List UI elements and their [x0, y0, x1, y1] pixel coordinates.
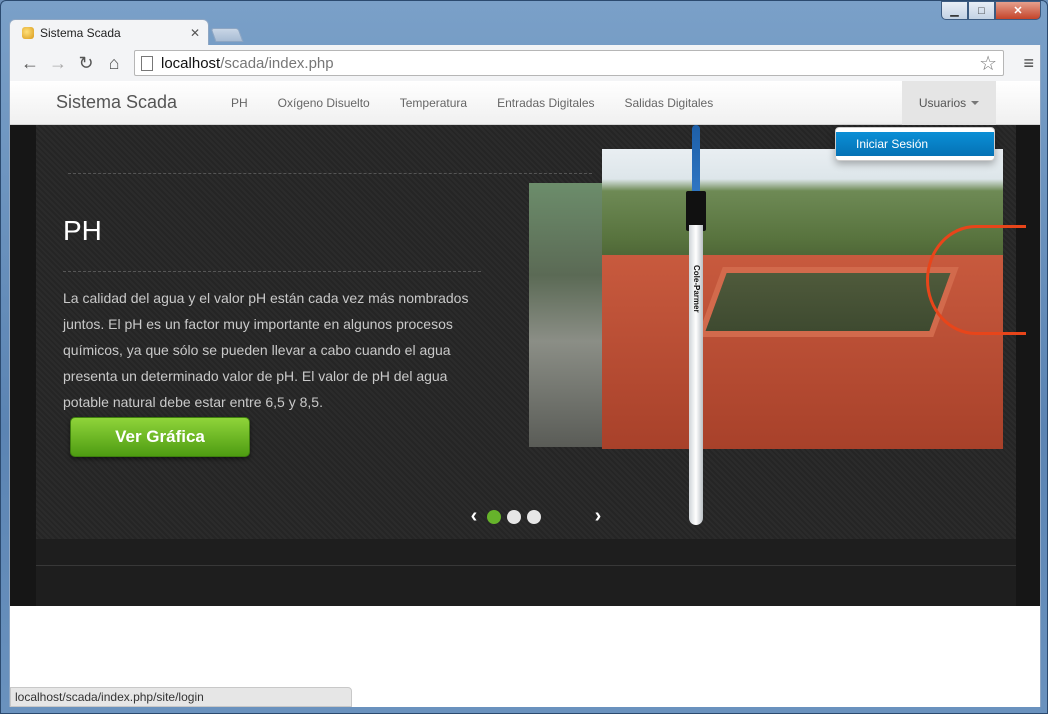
- browser-toolbar: ← → ↻ ⌂ localhost/scada/index.php ☆ ≡: [9, 45, 1041, 81]
- login-menu-item[interactable]: Iniciar Sesión: [836, 132, 994, 156]
- hero-slider: PH La calidad del agua y el valor pH est…: [10, 125, 1040, 606]
- tab-title: Sistema Scada: [40, 25, 121, 40]
- divider: [36, 565, 1016, 566]
- brand-link[interactable]: Sistema Scada: [56, 92, 206, 113]
- users-label: Usuarios: [918, 96, 967, 110]
- probe-brand-label: Cole-Parmer: [692, 265, 701, 313]
- tab-close-icon[interactable]: ✕: [190, 26, 200, 40]
- site-navbar: Sistema Scada PH Oxígeno Disuelto Temper…: [10, 81, 1040, 125]
- page-icon: [141, 55, 153, 71]
- browser-window: ▁ □ ✕ Sistema Scada ✕ ← → ↻ ⌂ localhost/…: [0, 0, 1048, 714]
- divider: [63, 271, 481, 272]
- browser-menu-icon[interactable]: ≡: [1023, 53, 1034, 74]
- slider-controls: ‹ ›: [464, 505, 608, 528]
- ph-probe-image: Cole-Parmer: [686, 125, 706, 529]
- hose-image: [926, 225, 1026, 335]
- slide-dot-3[interactable]: [527, 509, 541, 524]
- nav-links: PH Oxígeno Disuelto Temperatura Entradas…: [216, 96, 728, 110]
- slide-panel: PH La calidad del agua y el valor pH est…: [36, 125, 1026, 539]
- new-tab-button[interactable]: [210, 28, 244, 42]
- nav-link-ph[interactable]: PH: [216, 96, 263, 110]
- nav-link-oxigeno[interactable]: Oxígeno Disuelto: [263, 96, 385, 110]
- prev-slide-icon[interactable]: ‹: [464, 505, 484, 528]
- favicon-icon: [22, 26, 34, 39]
- nav-link-entradas[interactable]: Entradas Digitales: [482, 96, 609, 110]
- close-window-icon[interactable]: ✕: [995, 1, 1041, 20]
- view-graph-button[interactable]: Ver Gráfica: [70, 417, 250, 457]
- status-bar: localhost/scada/index.php/site/login: [10, 687, 352, 707]
- nav-link-temperatura[interactable]: Temperatura: [385, 96, 482, 110]
- maximize-icon[interactable]: □: [968, 1, 995, 20]
- slide-dot-2[interactable]: [507, 509, 521, 524]
- reload-icon[interactable]: ↻: [72, 49, 100, 77]
- home-icon[interactable]: ⌂: [100, 49, 128, 77]
- back-icon[interactable]: ←: [16, 49, 44, 77]
- bookmark-star-icon[interactable]: ☆: [979, 51, 997, 76]
- slide-description: La calidad del agua y el valor pH están …: [63, 290, 469, 410]
- next-slide-icon[interactable]: ›: [588, 505, 608, 528]
- secondary-photo: [529, 183, 609, 447]
- forward-icon[interactable]: →: [44, 49, 72, 77]
- browser-tab[interactable]: Sistema Scada ✕: [9, 19, 209, 45]
- slide-dot-1[interactable]: [487, 509, 501, 524]
- url-text[interactable]: localhost/scada/index.php: [161, 55, 979, 72]
- page-viewport: Sistema Scada PH Oxígeno Disuelto Temper…: [9, 81, 1041, 707]
- nav-link-salidas[interactable]: Salidas Digitales: [610, 96, 729, 110]
- users-dropdown-toggle[interactable]: Usuarios: [902, 81, 996, 125]
- slide-title: PH: [63, 215, 102, 246]
- tab-bar: Sistema Scada ✕: [9, 19, 244, 45]
- tank-water-image: [697, 267, 959, 337]
- probe-tip: [692, 125, 700, 195]
- caret-down-icon: [971, 101, 980, 105]
- users-dropdown-menu: Iniciar Sesión: [835, 127, 995, 161]
- lower-band: [36, 539, 1016, 606]
- divider: [68, 173, 592, 174]
- minimize-icon[interactable]: ▁: [941, 1, 968, 20]
- window-controls: ▁ □ ✕: [941, 1, 1041, 20]
- address-bar[interactable]: localhost/scada/index.php ☆: [134, 50, 1004, 76]
